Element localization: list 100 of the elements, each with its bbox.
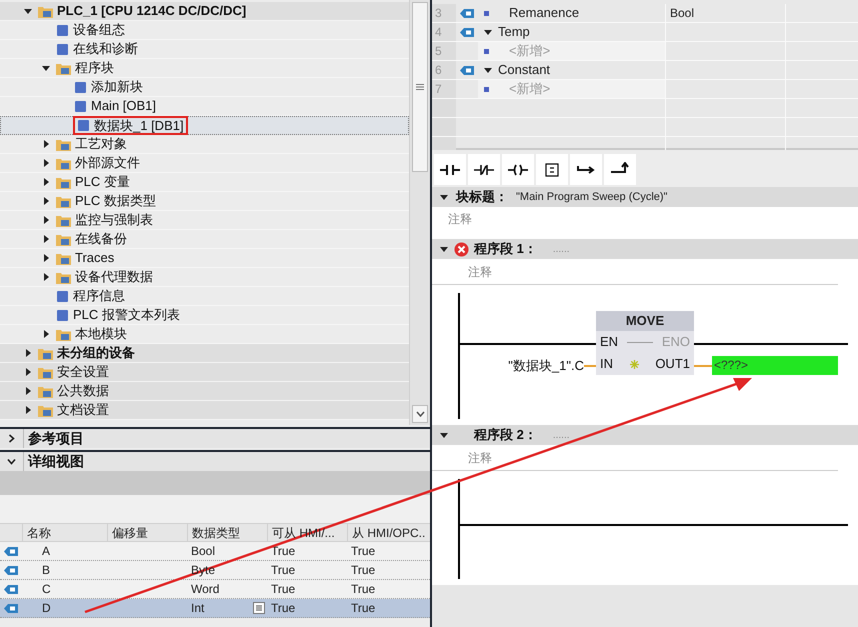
folder-icon	[56, 232, 71, 246]
toolbar-button[interactable]	[434, 154, 466, 185]
expanded-triangle-icon[interactable]	[42, 64, 50, 72]
collapsed-triangle-icon[interactable]	[42, 159, 50, 167]
tree-item[interactable]: 未分组的设备	[0, 344, 409, 363]
folder-icon	[38, 346, 53, 360]
collapsed-triangle-icon[interactable]	[42, 197, 50, 205]
panel-header[interactable]: 详细视图	[0, 450, 430, 471]
expanded-triangle-icon[interactable]	[440, 193, 448, 201]
tree-item[interactable]: 程序信息	[0, 287, 409, 306]
tree-item-label: 未分组的设备	[57, 344, 135, 362]
collapsed-triangle-icon[interactable]	[24, 406, 32, 414]
collapsed-triangle-icon[interactable]	[42, 140, 50, 148]
output-operand-field[interactable]: <???>	[712, 356, 838, 375]
network-header[interactable]: 程序段 2： ......	[432, 425, 858, 445]
scroll-down-button[interactable]	[412, 405, 428, 423]
expanded-triangle-icon[interactable]	[484, 66, 492, 74]
collapsed-triangle-icon[interactable]	[42, 178, 50, 186]
folder-icon	[56, 62, 71, 74]
toolbar-button[interactable]	[536, 154, 568, 185]
tree-item[interactable]: 设备代理数据	[0, 268, 409, 287]
tag-icon	[460, 28, 474, 36]
expanded-triangle-icon[interactable]	[24, 7, 32, 15]
expanded-triangle-icon[interactable]	[484, 28, 492, 36]
expanded-triangle-icon[interactable]	[440, 245, 448, 253]
tree-item[interactable]: 在线和诊断	[0, 40, 409, 59]
tree-item-label: PLC 数据类型	[75, 192, 156, 210]
table-cell-text: Bool	[190, 543, 216, 560]
tree-item-label: 在线和诊断	[73, 40, 138, 58]
folder-icon	[56, 214, 71, 226]
tree-item[interactable]: PLC 数据类型	[0, 192, 409, 211]
column-header[interactable]: 从 HMI/OPC..	[347, 524, 430, 541]
network-title: 程序段 1：	[474, 240, 537, 258]
toolbar-button[interactable]	[502, 154, 534, 185]
scrollbar-thumb[interactable]	[412, 2, 428, 172]
tree-item-label: 公共数据	[57, 382, 109, 400]
item-icon	[56, 42, 69, 56]
comment-placeholder[interactable]: 注释	[468, 262, 492, 280]
tree-item[interactable]: 文档设置	[0, 401, 409, 420]
folder-icon	[38, 404, 53, 416]
collapsed-triangle-icon[interactable]	[42, 216, 50, 224]
folder-icon	[38, 366, 53, 378]
tree-item-label: 数据块_1 [DB1]	[94, 116, 184, 135]
comment-placeholder[interactable]: 注释	[448, 210, 472, 228]
tree-item[interactable]: 监控与强制表	[0, 211, 409, 230]
table-row[interactable]: C Word True True	[0, 580, 430, 599]
tree-item[interactable]: PLC 变量	[0, 173, 409, 192]
tree-item[interactable]: 数据块_1 [DB1]	[0, 116, 409, 135]
row-number: 5	[432, 42, 456, 60]
network-title: 程序段 2：	[474, 426, 537, 444]
toolbar-button[interactable]	[570, 154, 602, 185]
tree-item[interactable]: 程序块	[0, 59, 409, 78]
tree-item[interactable]: 工艺对象	[0, 135, 409, 154]
collapsed-triangle-icon[interactable]	[42, 254, 50, 262]
collapsed-triangle-icon[interactable]	[24, 368, 32, 376]
table-cell-text: True	[270, 600, 296, 617]
list-icon[interactable]	[253, 602, 265, 614]
collapsed-triangle-icon[interactable]	[24, 387, 32, 395]
tree-item-label: 在线备份	[75, 230, 127, 248]
collapsed-triangle-icon[interactable]	[42, 273, 50, 281]
row-number: 7	[432, 80, 456, 98]
tag-icon	[4, 604, 18, 612]
expanded-triangle-icon[interactable]	[440, 431, 448, 439]
network-dots: ......	[552, 242, 570, 256]
member-marker-icon	[484, 86, 489, 92]
table-row[interactable]: D Int True True	[0, 599, 430, 618]
table-cell-text: True	[350, 581, 376, 598]
wire	[584, 364, 596, 367]
collapsed-triangle-icon[interactable]	[24, 349, 32, 357]
tree-item[interactable]: 本地模块	[0, 325, 409, 344]
tree-item[interactable]: 公共数据	[0, 382, 409, 401]
table-cell-text: True	[270, 543, 296, 560]
column-header[interactable]: 数据类型	[187, 524, 267, 541]
folder-icon	[56, 138, 71, 150]
row-number: 4	[432, 23, 456, 41]
folder-icon	[38, 384, 53, 398]
tree-item[interactable]: 添加新块	[0, 78, 409, 97]
column-header[interactable]: 名称	[22, 524, 107, 541]
tag-icon	[4, 546, 18, 556]
collapsed-triangle-icon[interactable]	[42, 235, 50, 243]
scrollbar[interactable]	[410, 0, 430, 425]
collapsed-triangle-icon[interactable]	[42, 330, 50, 338]
tree-item[interactable]: PLC 报警文本列表	[0, 306, 409, 325]
tree-item-label: PLC 变量	[75, 173, 130, 192]
comment-placeholder[interactable]: 注释	[468, 448, 492, 466]
panel-header[interactable]: 参考项目	[0, 427, 430, 448]
toolbar-button[interactable]	[604, 154, 636, 185]
move-box[interactable]: MOVE EN ENO IN OUT1	[596, 311, 694, 375]
toolbar-button[interactable]	[468, 154, 500, 185]
block-title-value: "Main Program Sweep (Cycle)"	[516, 190, 668, 205]
column-header[interactable]: 偏移量	[107, 524, 187, 541]
tree-item[interactable]: 设备组态	[0, 21, 409, 40]
table-row[interactable]: A Bool True True	[0, 542, 430, 561]
tree-item[interactable]: 外部源文件	[0, 154, 409, 173]
member-marker-icon	[484, 10, 489, 16]
network-header[interactable]: 程序段 1： ......	[432, 239, 858, 259]
tree-item[interactable]: PLC_1 [CPU 1214C DC/DC/DC]	[0, 2, 409, 21]
tree-item-label: 设备代理数据	[75, 268, 153, 286]
tree-item[interactable]: 安全设置	[0, 363, 409, 382]
tree-item[interactable]: 在线备份	[0, 230, 409, 249]
